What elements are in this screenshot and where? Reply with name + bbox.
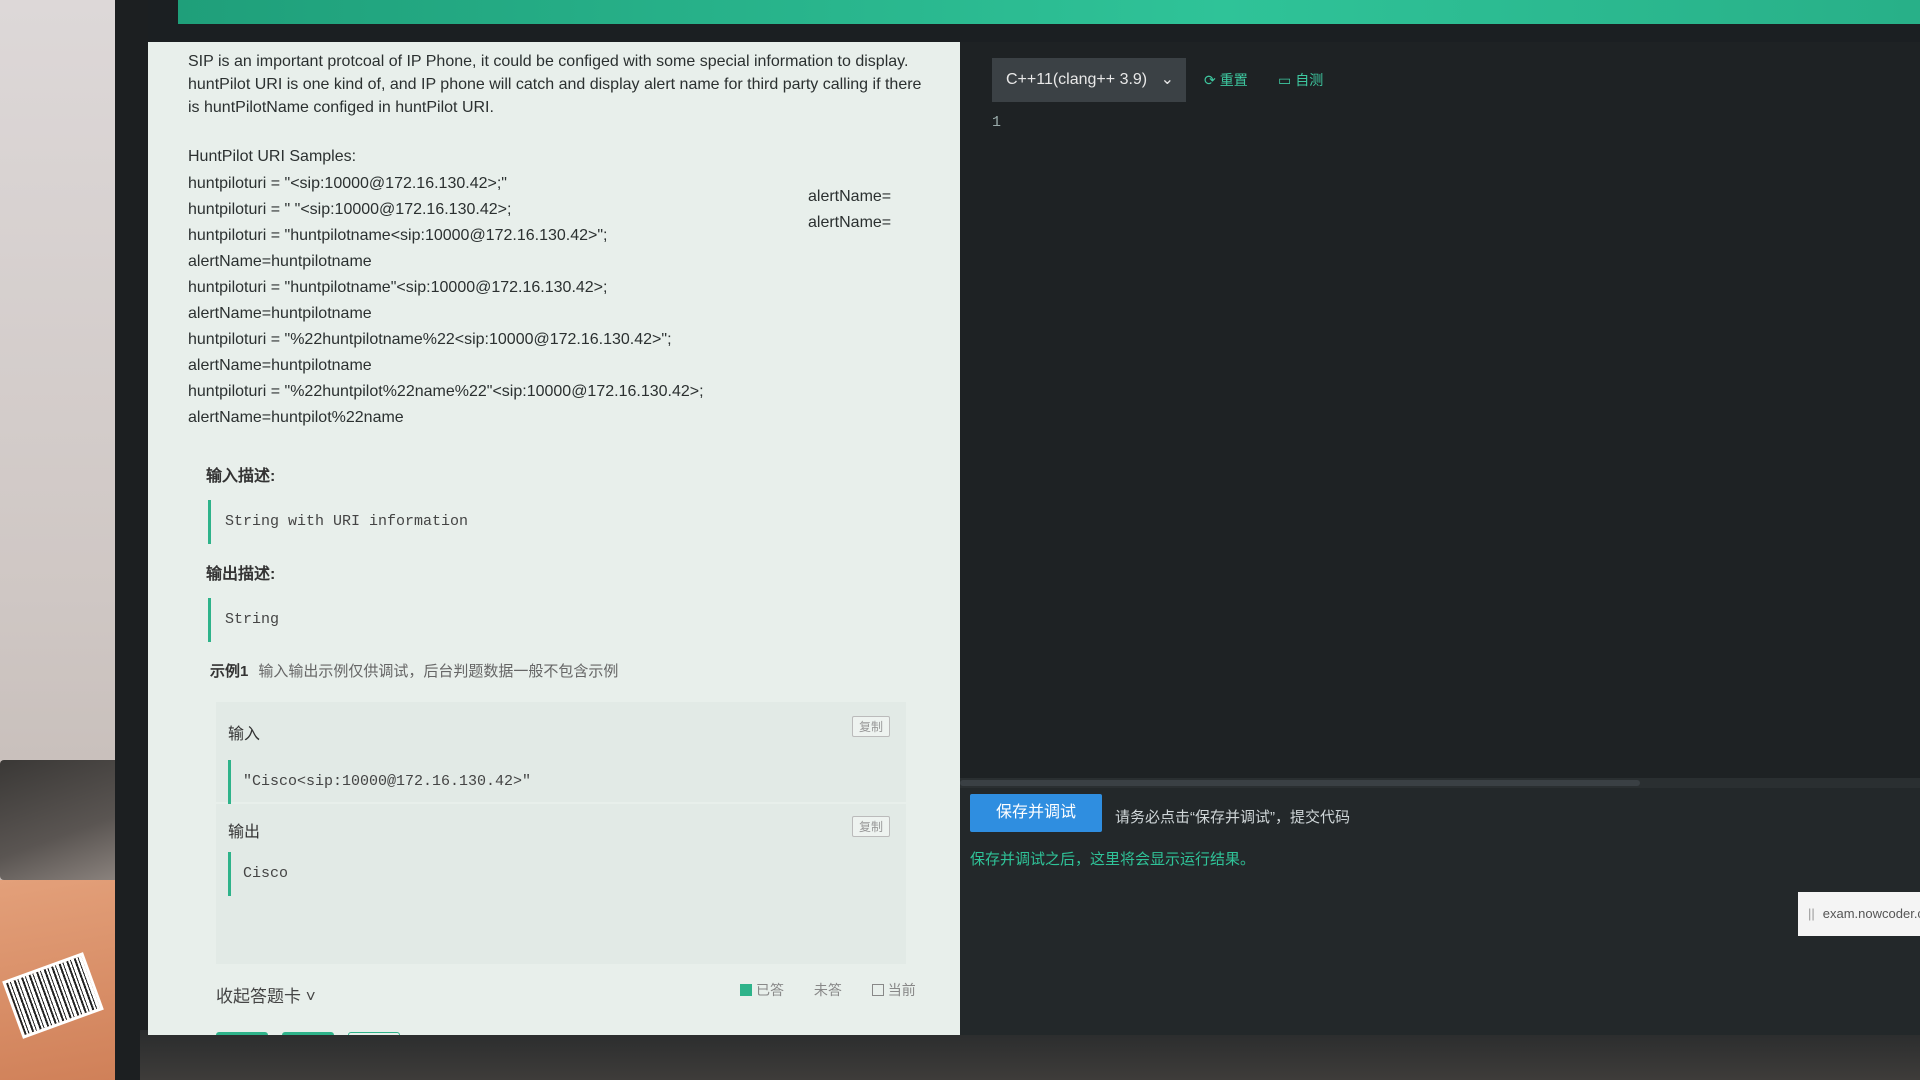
example-label: 示例1 bbox=[210, 663, 249, 680]
current-square-icon bbox=[871, 984, 884, 996]
sample-line: huntpiloturi = "huntpilotname"<sip:10000… bbox=[188, 279, 608, 296]
example-note: 输入输出示例仅供调试，后台判题数据一般不包含示例 bbox=[258, 663, 619, 680]
code-editor-panel: C++11(clang++ 3.9) ⌄ ⟳ 重置 ▭ 自测 1 bbox=[960, 42, 1920, 782]
language-value: C++11(clang++ 3.9) bbox=[1006, 71, 1148, 88]
collapse-answer-card[interactable]: 收起答题卡 ˅ bbox=[216, 982, 316, 1007]
sample-line: alertName=huntpilotname bbox=[188, 357, 372, 374]
refresh-icon: ⟳ bbox=[1204, 72, 1216, 88]
problem-description: SIP is an important protcoal of IP Phone… bbox=[188, 50, 928, 431]
editor-scrollbar-thumb[interactable] bbox=[960, 780, 1640, 786]
code-input-area[interactable] bbox=[1020, 112, 1900, 732]
copy-output-button[interactable]: 复制 bbox=[851, 816, 890, 837]
done-square-icon bbox=[740, 984, 752, 996]
legend-done: 已答 bbox=[740, 982, 784, 998]
sample-line: alertName=huntpilot%22name bbox=[188, 409, 404, 426]
output-desc-title: 输出描述: bbox=[206, 566, 276, 583]
console-result: 保存并调试之后，这里将会显示运行结果。 bbox=[970, 851, 1256, 868]
screen-share-banner: ||exam.nowcoder.com正在共享您的 bbox=[1798, 892, 1920, 936]
legend-current: 当前 bbox=[871, 982, 916, 998]
input-desc-box: String with URI information bbox=[208, 500, 915, 544]
sample-line: huntpiloturi = "%22huntpilot%22name%22"<… bbox=[188, 383, 704, 400]
sample-line: alertName=huntpilotname bbox=[188, 305, 372, 322]
question-button-example1[interactable]: 例1 bbox=[216, 1032, 268, 1035]
monitor-icon: ▭ bbox=[1278, 72, 1292, 88]
console-panel: 保存并调试 请务必点击“保存并调试”，提交代码 保存并调试之后，这里将会显示运行… bbox=[960, 788, 1920, 1035]
problem-panel: SIP is an important protcoal of IP Phone… bbox=[148, 42, 960, 1035]
console-hint: 请务必点击“保存并调试”，提交代码 bbox=[1115, 809, 1350, 826]
side-label: alertName= bbox=[808, 214, 892, 231]
monitor-screen: SIP is an important protcoal of IP Phone… bbox=[148, 0, 1920, 1035]
line-number: 1 bbox=[992, 114, 1002, 131]
top-progress-bar bbox=[178, 0, 1920, 24]
side-labels: alertName= alertName= bbox=[808, 184, 891, 236]
input-desc-title: 输入描述: bbox=[206, 468, 276, 485]
reset-button[interactable]: ⟳ 重置 bbox=[1204, 70, 1248, 90]
legend-todo: 未答 bbox=[813, 982, 842, 998]
example-header: 示例1 输入输出示例仅供调试，后台判题数据一般不包含示例 bbox=[210, 660, 618, 681]
editor-scrollbar[interactable] bbox=[960, 778, 1920, 788]
io-input-label: 输入 bbox=[228, 726, 261, 743]
selftest-button[interactable]: ▭ 自测 bbox=[1278, 70, 1323, 90]
output-desc-box: String bbox=[208, 598, 915, 642]
io-output-label: 输出 bbox=[228, 824, 261, 841]
sample-line: huntpiloturi = "%22huntpilotname%22<sip:… bbox=[188, 331, 672, 348]
save-and-debug-button[interactable]: 保存并调试 bbox=[970, 794, 1102, 832]
io-output-value: Cisco bbox=[228, 852, 843, 896]
samples-title: HuntPilot URI Samples: bbox=[188, 148, 357, 165]
question-button-example2[interactable]: 例2 bbox=[282, 1032, 334, 1035]
copy-input-button[interactable]: 复制 bbox=[851, 716, 890, 737]
monitor-stand bbox=[140, 1030, 1920, 1080]
pause-icon: || bbox=[1808, 906, 1815, 921]
language-select[interactable]: C++11(clang++ 3.9) ⌄ bbox=[992, 58, 1186, 102]
example-input-card: 输入 复制 "Cisco<sip:10000@172.16.130.42>" bbox=[216, 702, 906, 804]
question-button-1[interactable]: 1 bbox=[348, 1032, 400, 1035]
background-books bbox=[0, 760, 120, 880]
sample-line: alertName=huntpilotname bbox=[188, 253, 372, 270]
io-input-value: "Cisco<sip:10000@172.16.130.42>" bbox=[228, 760, 843, 804]
side-label: alertName= bbox=[808, 188, 892, 205]
example-output-card: 输出 复制 Cisco bbox=[216, 804, 906, 964]
problem-intro: SIP is an important protcoal of IP Phone… bbox=[188, 53, 922, 116]
chevron-down-icon: ⌄ bbox=[1160, 71, 1174, 88]
answer-legend: 已答 未答 当前 bbox=[740, 980, 942, 1000]
